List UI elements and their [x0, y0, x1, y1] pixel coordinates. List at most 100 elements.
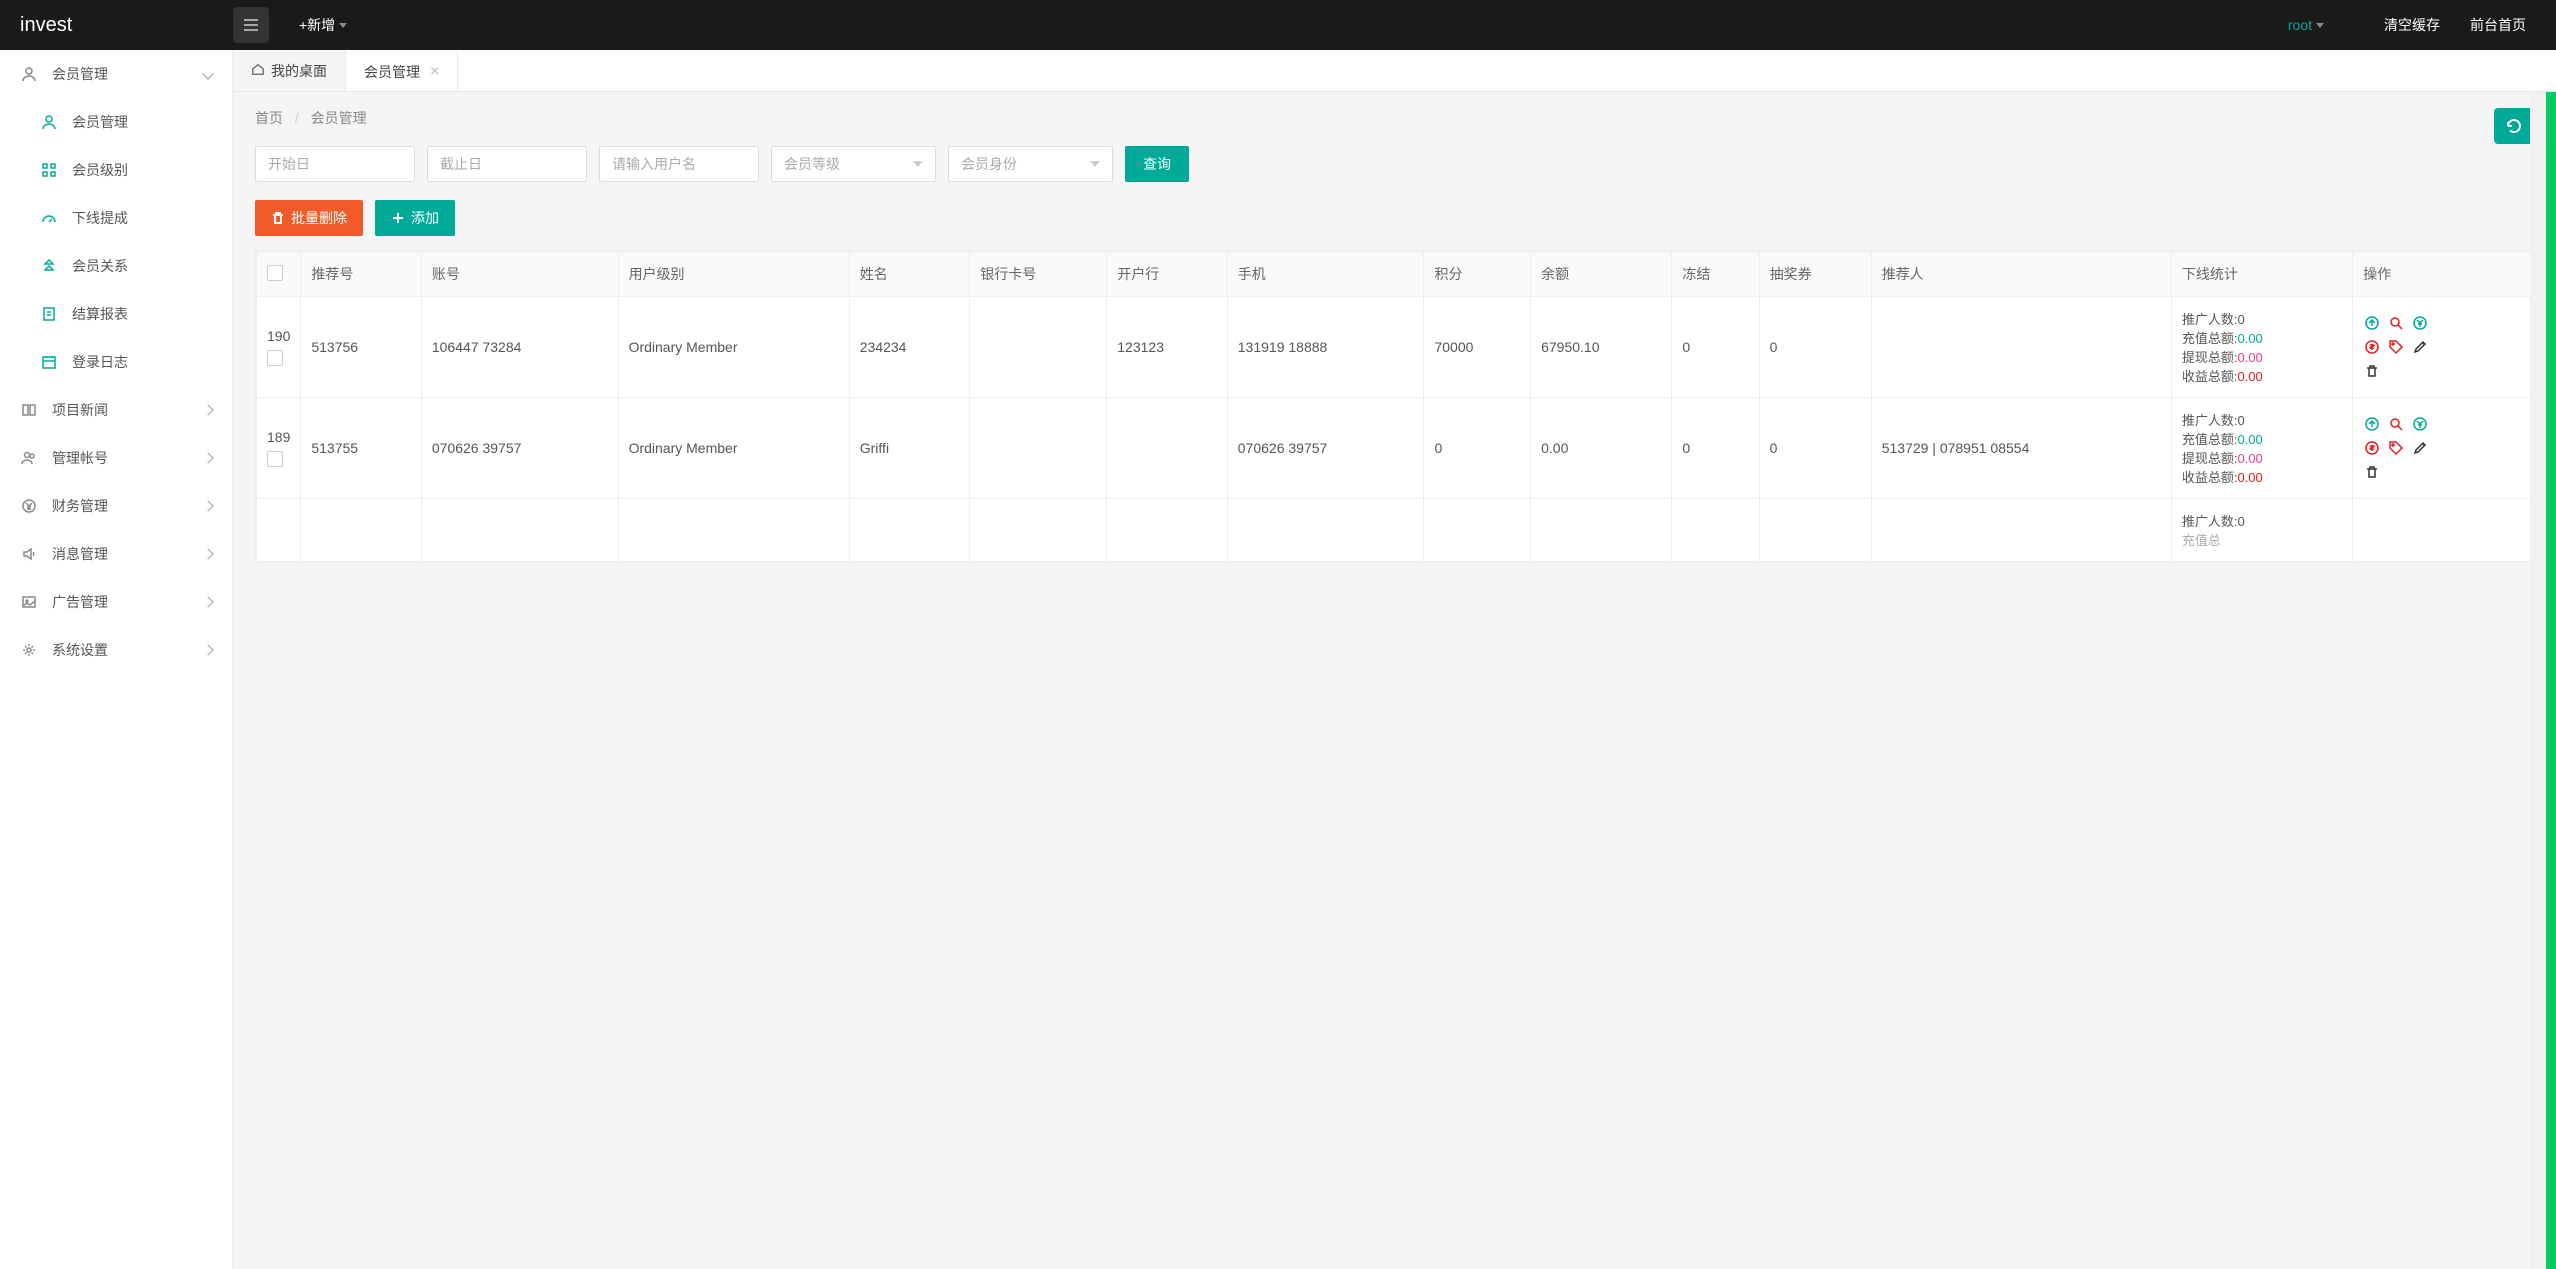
sidebar-item-member-manage[interactable]: 会员管理	[0, 98, 232, 146]
op-delete-icon[interactable]	[2363, 362, 2381, 380]
role-select[interactable]: 会员身份	[948, 146, 1113, 182]
new-add-dropdown[interactable]: +新增	[299, 15, 347, 35]
content-area: 首页 / 会员管理 会员等级 会员身份 查询	[233, 92, 2556, 1269]
sidebar-group-members[interactable]: 会员管理	[0, 50, 232, 98]
breadcrumb: 首页 / 会员管理	[255, 108, 2534, 128]
batch-delete-button[interactable]: 批量删除	[255, 200, 363, 236]
op-edit-icon[interactable]	[2411, 439, 2429, 457]
sidebar-group-message[interactable]: 消息管理	[0, 530, 232, 578]
breadcrumb-home[interactable]: 首页	[255, 110, 283, 126]
row-checkbox[interactable]	[267, 451, 283, 467]
select-placeholder: 会员等级	[784, 154, 840, 174]
user-menu-label[interactable]: root	[2288, 17, 2312, 33]
user-icon	[20, 65, 38, 83]
op-search-icon[interactable]	[2387, 415, 2405, 433]
tab-desktop[interactable]: 我的桌面	[233, 50, 346, 91]
select-all-checkbox[interactable]	[267, 265, 283, 281]
cell-phone: 131919 18888	[1227, 297, 1424, 398]
tab-member-manage[interactable]: 会员管理 ×	[346, 50, 458, 91]
report-icon	[40, 305, 58, 323]
cell-frozen: 0	[1672, 398, 1759, 499]
cell-lottery: 0	[1759, 297, 1871, 398]
sidebar-label: 登录日志	[72, 352, 128, 372]
op-tag-icon[interactable]	[2387, 338, 2405, 356]
table-row: 190 513756 106447 73284 Ordinary Member …	[257, 297, 2533, 398]
main-content: 我的桌面 会员管理 × 首页 / 会员管理 会员等级	[233, 50, 2556, 1269]
cell-balance: 67950.10	[1531, 297, 1672, 398]
gauge-icon	[40, 209, 58, 227]
cell-balance: 0.00	[1531, 398, 1672, 499]
chevron-down-icon	[202, 68, 213, 79]
start-date-input[interactable]	[255, 146, 415, 182]
sidebar-item-downline-commission[interactable]: 下线提成	[0, 194, 232, 242]
op-edit-icon[interactable]	[2411, 338, 2429, 356]
op-search-icon[interactable]	[2387, 314, 2405, 332]
plus-icon	[391, 211, 405, 225]
sidebar-group-finance[interactable]: 财务管理	[0, 482, 232, 530]
tab-bar: 我的桌面 会员管理 ×	[233, 50, 2556, 92]
level-select[interactable]: 会员等级	[771, 146, 936, 182]
scrollbar-track[interactable]	[2530, 92, 2546, 1269]
button-label: 添加	[411, 208, 439, 228]
caret-down-icon	[913, 161, 923, 167]
cell-ops	[2353, 398, 2533, 499]
sidebar-item-member-relation[interactable]: 会员关系	[0, 242, 232, 290]
sidebar-label: 财务管理	[52, 496, 108, 516]
end-date-input[interactable]	[427, 146, 587, 182]
sidebar-group-ad[interactable]: 广告管理	[0, 578, 232, 626]
add-button[interactable]: 添加	[375, 200, 455, 236]
col-name: 姓名	[849, 252, 970, 297]
search-button[interactable]: 查询	[1125, 146, 1189, 182]
gear-icon	[20, 641, 38, 659]
cell-phone: 070626 39757	[1227, 398, 1424, 499]
cell-ref: 513756	[301, 297, 422, 398]
row-checkbox[interactable]	[267, 350, 283, 366]
col-level: 用户级别	[618, 252, 849, 297]
col-balance: 余额	[1531, 252, 1672, 297]
col-points: 积分	[1424, 252, 1531, 297]
chevron-right-icon	[202, 644, 213, 655]
refresh-button[interactable]	[2494, 108, 2534, 144]
op-yen-icon[interactable]	[2411, 314, 2429, 332]
breadcrumb-sep: /	[295, 110, 299, 126]
sidebar-item-member-level[interactable]: 会员级别	[0, 146, 232, 194]
chevron-right-icon	[202, 500, 213, 511]
chevron-right-icon	[202, 548, 213, 559]
sidebar-item-settlement-report[interactable]: 结算报表	[0, 290, 232, 338]
sidebar-group-admin[interactable]: 管理帐号	[0, 434, 232, 482]
tab-close-icon[interactable]: ×	[430, 63, 439, 81]
op-up-icon[interactable]	[2363, 415, 2381, 433]
row-id: 189	[267, 429, 290, 445]
cell-bank	[1107, 398, 1228, 499]
user-icon	[40, 113, 58, 131]
row-id: 190	[267, 328, 290, 344]
cell-bank: 123123	[1107, 297, 1228, 398]
front-home-link[interactable]: 前台首页	[2470, 15, 2526, 35]
cell-points: 70000	[1424, 297, 1531, 398]
sidebar-label: 结算报表	[72, 304, 128, 324]
sidebar-label: 管理帐号	[52, 448, 108, 468]
op-dollar-icon[interactable]	[2363, 439, 2381, 457]
trash-icon	[271, 211, 285, 225]
username-input[interactable]	[599, 146, 759, 182]
clear-cache-link[interactable]: 清空缓存	[2384, 15, 2440, 35]
op-dollar-icon[interactable]	[2363, 338, 2381, 356]
tab-label: 我的桌面	[271, 61, 327, 81]
sidebar-group-system[interactable]: 系统设置	[0, 626, 232, 674]
sidebar-group-news[interactable]: 项目新闻	[0, 386, 232, 434]
sidebar-item-login-log[interactable]: 登录日志	[0, 338, 232, 386]
sidebar: 会员管理 会员管理 会员级别 下线提成 会员关系 结算报表 登录日志	[0, 50, 233, 1269]
cell-referrer	[1871, 297, 2171, 398]
menu-icon	[242, 16, 260, 34]
op-yen-icon[interactable]	[2411, 415, 2429, 433]
tree-icon	[40, 257, 58, 275]
op-up-icon[interactable]	[2363, 314, 2381, 332]
col-stats: 下线统计	[2171, 252, 2352, 297]
cell-referrer: 513729 | 078951 08554	[1871, 398, 2171, 499]
cell-stats: 推广人数:0充值总	[2171, 499, 2352, 562]
op-tag-icon[interactable]	[2387, 439, 2405, 457]
menu-toggle-button[interactable]	[233, 7, 269, 43]
header-right: root 清空缓存 前台首页	[2288, 15, 2556, 35]
op-delete-icon[interactable]	[2363, 463, 2381, 481]
sidebar-label: 会员管理	[52, 64, 108, 84]
